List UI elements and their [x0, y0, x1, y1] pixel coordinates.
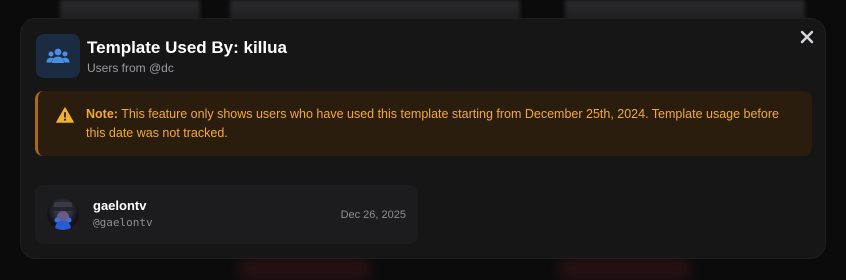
backdrop-glow — [240, 258, 370, 280]
user-handle: @gaelontv — [93, 216, 153, 229]
modal-subtitle: Users from @dc — [87, 61, 174, 75]
close-icon[interactable] — [800, 30, 814, 44]
avatar — [47, 198, 79, 230]
user-name: gaelontv — [93, 198, 147, 213]
note-label: Note: — [86, 107, 118, 121]
note-banner: Note: This feature only shows users who … — [35, 91, 812, 156]
list-item[interactable]: gaelontv @gaelontv Dec 26, 2025 — [35, 185, 418, 244]
usage-date: Dec 26, 2025 — [340, 209, 406, 221]
note-text: This feature only shows users who have u… — [86, 107, 779, 140]
users-icon — [36, 34, 80, 78]
backdrop-glow — [560, 258, 690, 280]
template-users-modal: Template Used By: killua Users from @dc … — [20, 18, 826, 259]
warning-triangle-icon — [56, 107, 74, 123]
modal-title: Template Used By: killua — [87, 38, 287, 57]
